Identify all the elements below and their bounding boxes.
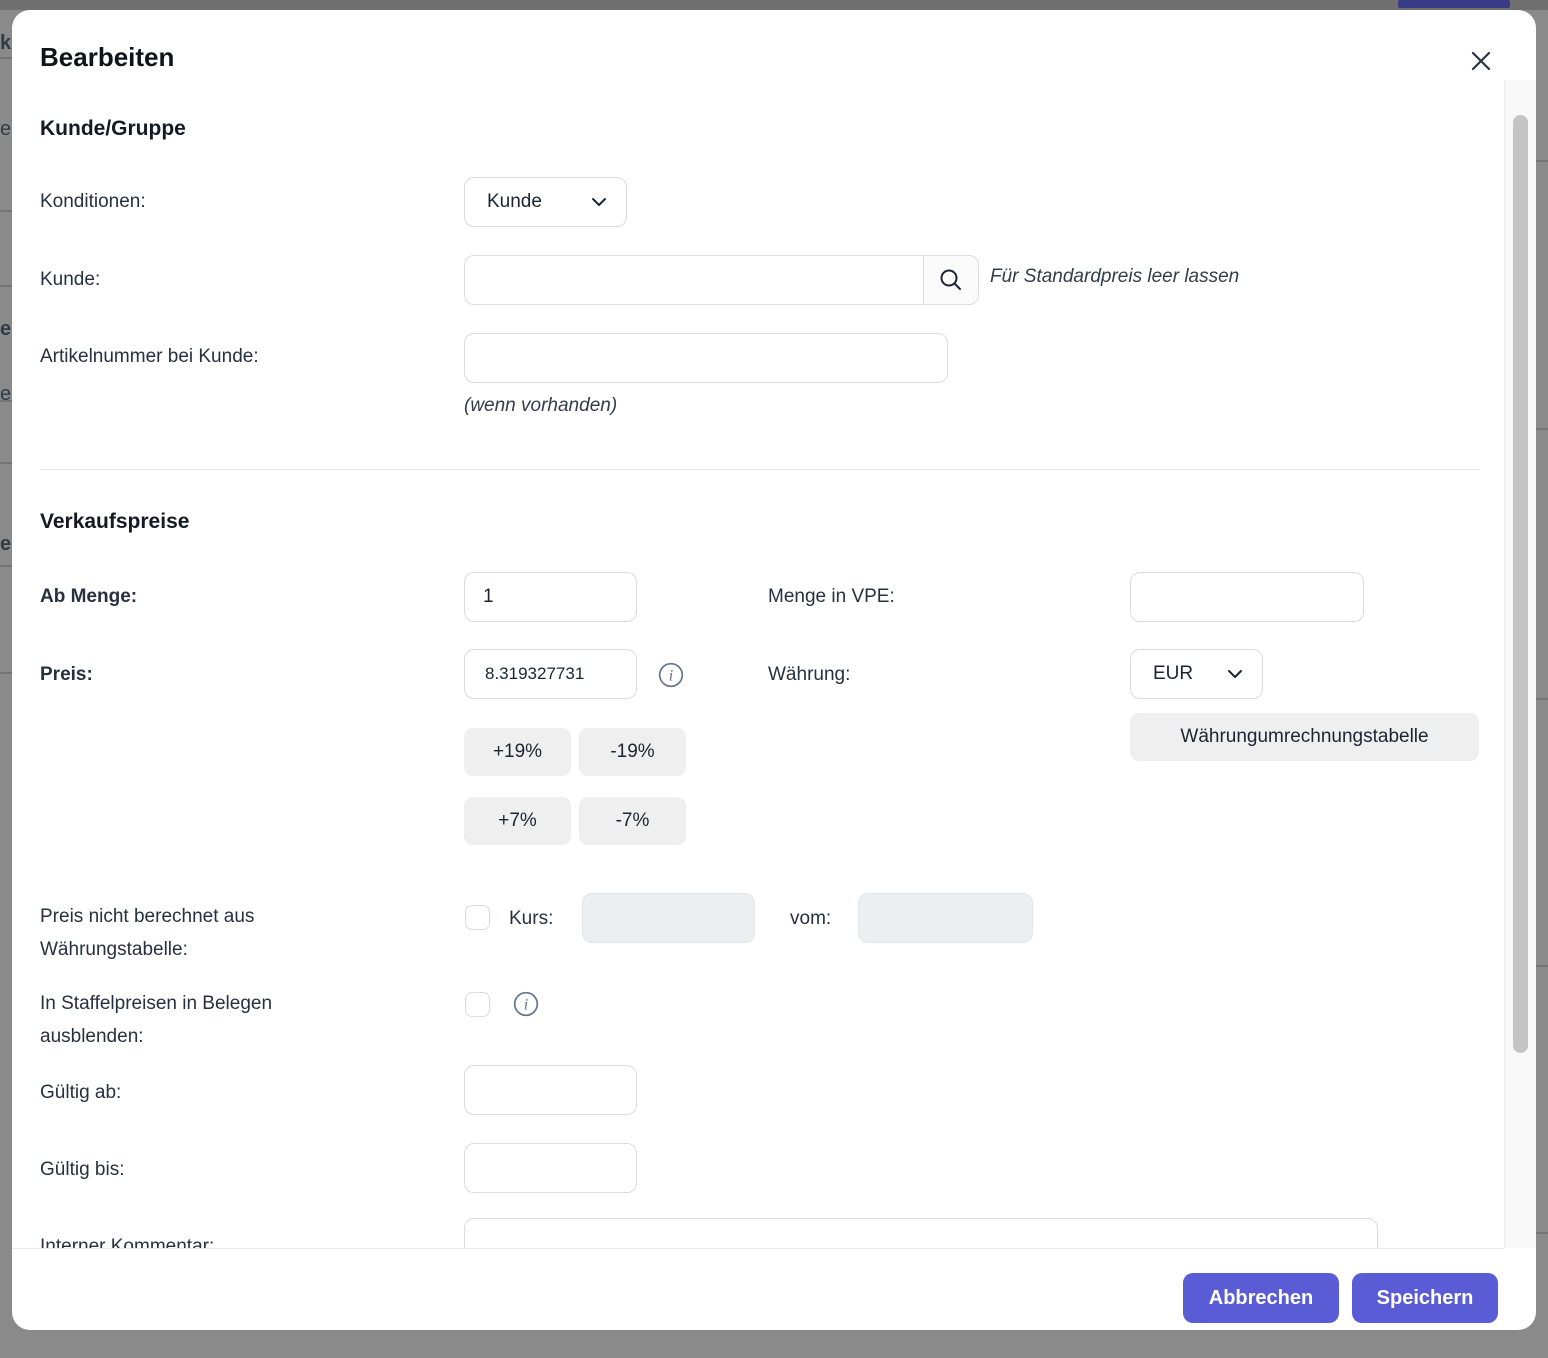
staffel-info-icon[interactable]: i [513,991,539,1017]
artikelnummer-input[interactable] [464,333,948,383]
kunde-search-group [464,255,979,305]
gueltig-ab-input[interactable] [464,1065,637,1115]
kurs-label: Kurs: [509,902,553,935]
kunde-hint: Für Standardpreis leer lassen [990,266,1239,288]
info-glyph: i [524,997,528,1014]
backdrop-text-fragment: e [0,383,11,406]
backdrop-text-fragment: ei [0,533,12,556]
dimmed-page-right-edge [1536,0,1548,1358]
dimmed-primary-button [1398,0,1510,8]
close-icon [1466,46,1496,76]
percent-minus7-button[interactable]: -7% [579,797,686,845]
info-glyph: i [669,668,673,685]
menge-vpe-input[interactable] [1130,572,1364,622]
artikelnummer-label: Artikelnummer bei Kunde: [40,340,259,373]
backdrop-text-fragment: er [0,118,12,141]
currency-table-button[interactable]: Währungumrechnungstabelle [1130,713,1479,761]
dialog-scroll-area: Bearbeiten Kunde/Gruppe Konditionen: Kun… [12,10,1504,1249]
gueltig-bis-input[interactable] [464,1143,637,1193]
dialog-title: Bearbeiten [40,42,174,73]
interner-kommentar-textarea[interactable] [464,1218,1378,1249]
section-heading-verkaufspreise: Verkaufspreise [40,510,189,534]
dimmed-app-topbar [0,0,1548,10]
waehrung-label: Währung: [768,658,850,691]
waehrung-select-value: EUR [1153,663,1193,685]
preis-info-icon[interactable]: i [658,662,684,688]
search-button[interactable] [923,256,978,304]
section-divider [40,469,1480,470]
scrollbar-thumb[interactable] [1513,115,1528,1053]
waehrung-select[interactable]: EUR [1130,649,1263,699]
backdrop-text-fragment: k( [0,32,12,55]
ab-menge-input[interactable] [464,572,637,622]
save-button[interactable]: Speichern [1352,1273,1498,1323]
backdrop-text-fragment: ei [0,318,12,341]
kurs-row-label: Preis nicht berechnet aus Währungstabell… [40,900,254,966]
kurs-input[interactable] [582,893,755,943]
percent-plus19-button[interactable]: +19% [464,728,571,776]
chevron-down-icon [588,191,610,213]
ab-menge-label: Ab Menge: [40,580,137,613]
vom-label: vom: [790,902,831,935]
preis-input[interactable] [464,649,637,699]
gueltig-ab-label: Gültig ab: [40,1076,121,1109]
konditionen-select[interactable]: Kunde [464,177,627,227]
edit-dialog: Bearbeiten Kunde/Gruppe Konditionen: Kun… [12,10,1536,1330]
section-heading-kunde-gruppe: Kunde/Gruppe [40,117,186,141]
percent-minus19-button[interactable]: -19% [579,728,686,776]
vom-input[interactable] [858,893,1033,943]
staffel-checkbox[interactable] [465,992,490,1017]
preis-label: Preis: [40,658,93,691]
cancel-button[interactable]: Abbrechen [1183,1273,1339,1323]
close-button[interactable] [1462,42,1500,80]
konditionen-label: Konditionen: [40,185,146,218]
artikelnummer-hint: (wenn vorhanden) [464,395,617,417]
kunde-label: Kunde: [40,263,100,296]
chevron-down-icon [1224,663,1246,685]
search-icon [938,267,964,293]
kurs-checkbox[interactable] [465,905,490,930]
gueltig-bis-label: Gültig bis: [40,1153,124,1186]
kunde-input[interactable] [465,256,923,304]
interner-kommentar-label: Interner Kommentar: [40,1230,214,1249]
menge-vpe-label: Menge in VPE: [768,580,895,613]
staffel-row-label: In Staffelpreisen in Belegen ausblenden: [40,987,272,1053]
percent-plus7-button[interactable]: +7% [464,797,571,845]
dimmed-page-left-edge: k( er ei e ei [0,0,12,1358]
konditionen-select-value: Kunde [487,191,542,213]
